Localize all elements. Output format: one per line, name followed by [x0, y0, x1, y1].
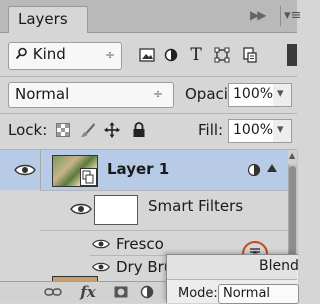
divider [90, 255, 165, 256]
filter-name-fresco[interactable]: Fresco [116, 235, 164, 253]
filter-type-layers-button[interactable]: T [186, 45, 206, 65]
filter-kind-select[interactable]: Kind ÷ [8, 42, 122, 70]
dialog-title-bar[interactable]: Blend [167, 255, 299, 280]
smart-object-icon [80, 168, 97, 186]
triangle-up-icon[interactable] [266, 163, 278, 173]
filter-adjustment-layers-button[interactable] [161, 45, 181, 65]
link-icon [44, 288, 62, 296]
lock-image-pixels-button[interactable] [78, 119, 98, 141]
filter-kind-label: Kind [15, 45, 66, 63]
fill-input[interactable]: 100% [228, 119, 274, 143]
filter-pixel-layers-button[interactable] [137, 45, 157, 65]
fill-dropdown-button[interactable]: ▾ [273, 119, 292, 143]
new-adjustment-layer-button[interactable] [138, 283, 156, 301]
opacity-value: 100% [233, 86, 274, 102]
dialog-title: Blend [259, 258, 299, 274]
shape-icon [214, 47, 230, 63]
eye-icon[interactable] [92, 238, 110, 250]
lock-label: Lock: [8, 121, 48, 139]
lock-all-button[interactable] [129, 119, 149, 141]
mask-icon [114, 286, 128, 298]
eye-icon[interactable] [92, 261, 110, 273]
brush-icon [81, 123, 95, 137]
opacity-dropdown-button[interactable]: ▾ [273, 83, 292, 107]
move-icon [104, 122, 120, 138]
triangle-up-icon: ▲ [289, 151, 296, 160]
fill-value: 100% [233, 122, 274, 138]
fx-icon[interactable]: fx [76, 283, 100, 301]
adjustment-layer-icon [140, 285, 154, 299]
dialog-mode-value: Normal [223, 286, 271, 301]
updown-arrows-icon: ÷ [104, 48, 115, 62]
dialog-mode-select[interactable]: Normal [218, 284, 299, 304]
filter-kind-text: Kind [32, 45, 66, 63]
transparency-checker-icon [56, 123, 70, 137]
divider [40, 190, 288, 191]
eye-icon[interactable] [70, 202, 92, 216]
divider [40, 150, 41, 190]
opacity-input[interactable]: 100% [228, 83, 274, 107]
tab-layers-label: Layers [18, 10, 68, 28]
smart-filters-label: Smart Filters [148, 197, 244, 215]
search-icon [15, 47, 27, 60]
collapse-arrows-icon[interactable]: ▶▶ [250, 8, 267, 22]
chevron-down-icon: ▾ [277, 122, 284, 137]
scroll-up-button[interactable]: ▲ [288, 150, 297, 164]
link-layers-button[interactable] [42, 283, 64, 301]
divider [0, 76, 297, 77]
smart-filter-mask-thumbnail[interactable] [94, 195, 138, 225]
panel-menu-icon[interactable]: ▾≡ [284, 8, 301, 23]
tab-separator [280, 6, 281, 26]
filter-smart-objects-button[interactable] [240, 45, 260, 65]
divider [0, 113, 297, 114]
lock-icon [133, 122, 145, 137]
lock-transparent-pixels-button[interactable] [53, 119, 73, 141]
filter-toggle-switch[interactable] [287, 44, 297, 66]
add-mask-button[interactable] [112, 283, 130, 301]
layer-name[interactable]: Layer 1 [107, 160, 169, 178]
image-icon [139, 48, 155, 62]
chevron-down-icon: ▾ [277, 86, 284, 101]
adjustment-circle-icon [164, 48, 178, 62]
updown-arrows-icon: ÷ [153, 87, 164, 101]
smart-filter-icon [248, 163, 261, 177]
divider [40, 230, 288, 231]
eye-icon[interactable] [14, 163, 36, 177]
type-layer-icon: T [190, 45, 202, 65]
blend-mode-select[interactable]: Normal ÷ [8, 82, 174, 108]
fill-label: Fill: [198, 121, 224, 139]
filter-shape-layers-button[interactable] [212, 45, 232, 65]
tab-layers[interactable]: Layers [8, 6, 88, 33]
blend-mode-value: Normal [15, 85, 70, 103]
lock-position-button[interactable] [102, 119, 122, 141]
smart-object-icon [243, 47, 257, 63]
filter-name-dry-brush[interactable]: Dry Bru [116, 258, 173, 276]
fx-label: fx [80, 283, 96, 301]
scroll-thumb[interactable] [289, 166, 296, 266]
dialog-mode-label: Mode: [178, 286, 218, 301]
